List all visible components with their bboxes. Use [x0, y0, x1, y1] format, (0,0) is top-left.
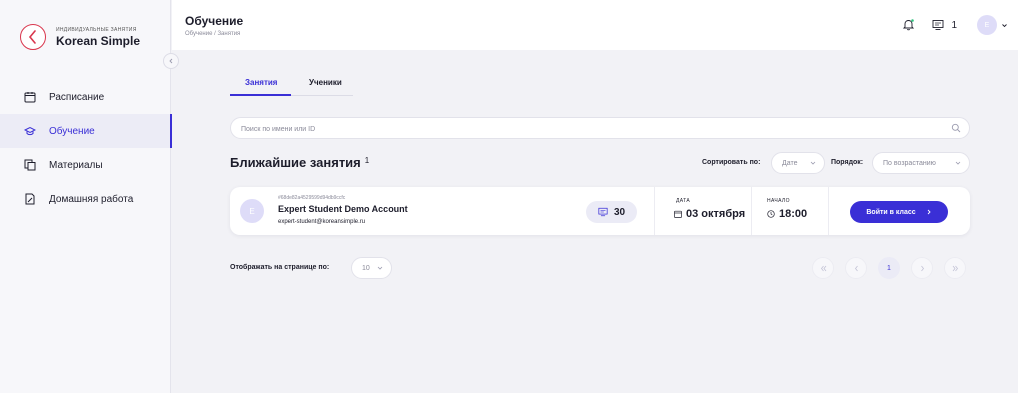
- section-title-text: Ближайшие занятия: [230, 155, 361, 170]
- student-avatar: E: [240, 199, 264, 223]
- sidebar-item-label: Домашняя работа: [49, 193, 134, 205]
- classroom-count: 1: [951, 19, 957, 31]
- lesson-time: 18:00: [767, 208, 807, 220]
- per-page-select[interactable]: 10: [351, 257, 392, 279]
- tab-lessons[interactable]: Занятия: [245, 78, 277, 87]
- card-divider: [654, 187, 655, 235]
- sidebar-nav: Расписание Обучение Материалы Домашняя р…: [0, 80, 172, 216]
- materials-icon: [24, 159, 36, 171]
- search-icon[interactable]: [951, 123, 961, 133]
- date-label: ДАТА: [676, 198, 691, 204]
- page-button-current[interactable]: 1: [878, 257, 900, 279]
- last-page-button[interactable]: [944, 257, 966, 279]
- chevron-left-icon: [854, 265, 858, 271]
- sort-select[interactable]: Дате: [771, 152, 825, 174]
- classroom-counter[interactable]: 1: [932, 19, 957, 31]
- calendar-icon: [674, 210, 682, 218]
- prev-page-button[interactable]: [845, 257, 867, 279]
- calendar-icon: [24, 91, 36, 103]
- avatar: E: [977, 15, 997, 35]
- student-email: expert-student@koreansimple.ru: [278, 219, 366, 225]
- sidebar-item-homework[interactable]: Домашняя работа: [0, 182, 171, 216]
- double-chevron-right-icon: [952, 265, 958, 271]
- chevron-right-icon: [927, 209, 931, 215]
- active-tab-indicator: [230, 94, 291, 96]
- lesson-card[interactable]: E #68de82a4529599d94db9ccfc Expert Stude…: [230, 187, 970, 235]
- classroom-icon: [598, 207, 608, 217]
- lesson-time-value: 18:00: [779, 208, 808, 220]
- sidebar-collapse-button[interactable]: [163, 53, 179, 69]
- room-chip: 30: [586, 201, 637, 223]
- sort-label: Сортировать по:: [702, 159, 761, 166]
- search-input[interactable]: [231, 119, 921, 140]
- section-count: 1: [364, 156, 370, 165]
- per-page-label: Отображать на странице по:: [230, 264, 330, 271]
- double-chevron-left-icon: [820, 265, 826, 271]
- pagination: 1: [812, 257, 966, 279]
- chevron-down-icon: [1001, 22, 1008, 29]
- notification-bell-icon[interactable]: [902, 18, 916, 32]
- chevron-down-icon: [810, 160, 816, 166]
- clock-icon: [767, 210, 775, 218]
- classroom-icon: [932, 20, 944, 30]
- order-select[interactable]: По возрастанию: [872, 152, 970, 174]
- first-page-button[interactable]: [812, 257, 834, 279]
- sidebar-item-learning[interactable]: Обучение: [0, 114, 172, 148]
- next-page-button[interactable]: [911, 257, 933, 279]
- card-divider: [751, 187, 752, 235]
- brand-name: Korean Simple: [56, 33, 141, 48]
- search-bar: [230, 117, 970, 140]
- per-page-value: 10: [362, 264, 370, 272]
- enter-class-button[interactable]: Войти в класс: [850, 201, 948, 223]
- sidebar-item-label: Расписание: [49, 91, 105, 103]
- sidebar-item-label: Материалы: [49, 159, 103, 171]
- sort-select-value: Дате: [782, 159, 798, 167]
- korean-simple-logo-icon: [20, 24, 46, 50]
- graduation-cap-icon: [24, 125, 36, 137]
- sidebar-item-materials[interactable]: Материалы: [0, 148, 171, 182]
- breadcrumb[interactable]: Обучение / Занятия: [185, 31, 240, 37]
- room-number: 30: [613, 206, 626, 218]
- chevron-down-icon: [377, 265, 383, 271]
- homework-icon: [24, 193, 36, 205]
- sidebar: индивидуальные занятия Korean Simple Рас…: [0, 0, 172, 393]
- chevron-right-icon: [920, 265, 924, 271]
- student-id: #68de82a4529599d94db9ccfc: [278, 195, 346, 201]
- sidebar-item-label: Обучение: [49, 125, 95, 137]
- chevron-down-icon: [955, 160, 961, 166]
- order-select-value: По возрастанию: [883, 159, 936, 167]
- tab-students[interactable]: Ученики: [309, 78, 342, 87]
- user-menu[interactable]: E: [977, 15, 1008, 35]
- page-title: Обучение: [185, 14, 244, 28]
- tabs: Занятия Ученики: [230, 72, 353, 96]
- lesson-date: 03 октября: [674, 208, 745, 220]
- sidebar-item-schedule[interactable]: Расписание: [0, 80, 171, 114]
- enter-class-label: Войти в класс: [866, 208, 916, 216]
- section-title: Ближайшие занятия 1: [230, 155, 369, 170]
- top-header: Обучение Обучение / Занятия 1 E: [172, 0, 1018, 50]
- card-divider: [828, 187, 829, 235]
- brand-subtitle: индивидуальные занятия: [56, 26, 137, 33]
- student-name: Expert Student Demo Account: [278, 204, 408, 214]
- order-label: Порядок:: [831, 159, 864, 166]
- lesson-date-value: 03 октября: [686, 208, 746, 220]
- start-label: НАЧАЛО: [767, 198, 790, 204]
- brand[interactable]: индивидуальные занятия Korean Simple: [20, 24, 140, 50]
